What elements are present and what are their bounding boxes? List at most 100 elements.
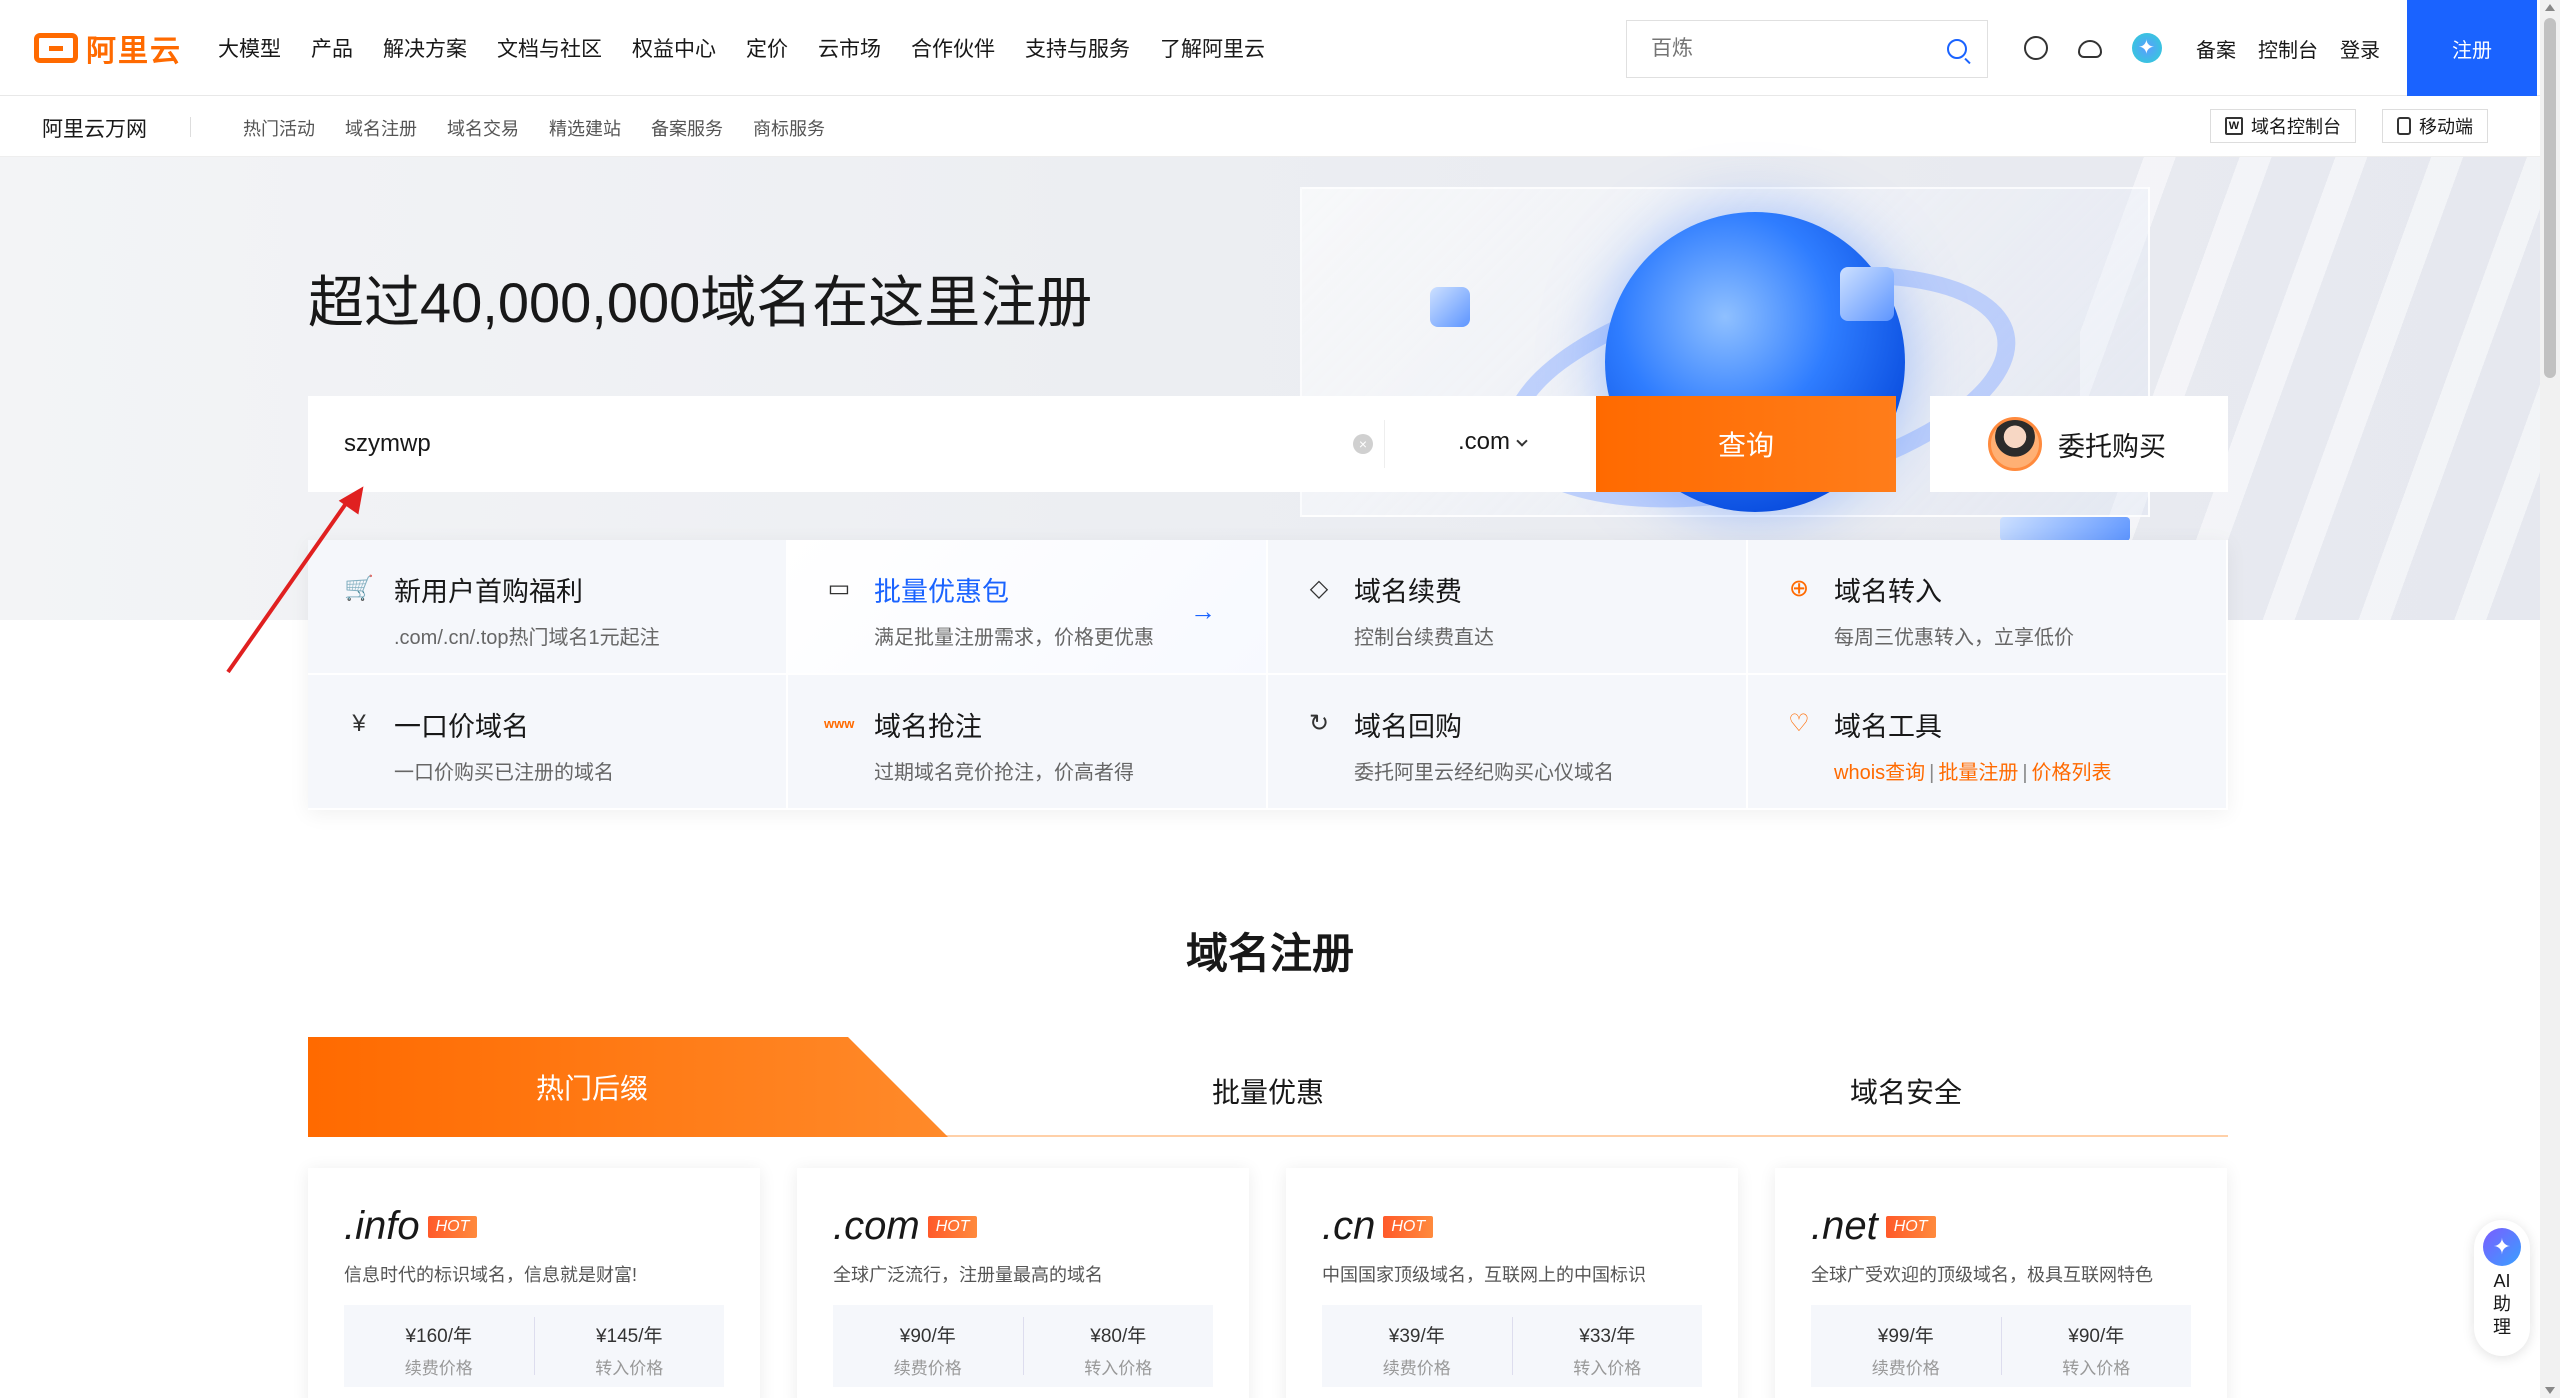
nav-item-partners[interactable]: 合作伙伴 — [911, 33, 995, 63]
ai-label-line: 助 — [2493, 1294, 2511, 1314]
feature-title: 域名工具 — [1834, 712, 1942, 742]
feature-new-user[interactable]: 🛒 新用户首购福利 .com/.cn/.top热门域名1元起注 — [308, 540, 788, 675]
nav-item-pricing[interactable]: 定价 — [746, 33, 788, 63]
feature-bulk-package[interactable]: ▭ 批量优惠包 满足批量注册需求，价格更优惠 → — [788, 540, 1268, 675]
feature-title: 新用户首购福利 — [394, 577, 583, 607]
nav-item-products[interactable]: 产品 — [311, 33, 353, 63]
feature-desc: 一口价购买已注册的域名 — [394, 762, 614, 784]
subnav-item-site[interactable]: 精选建站 — [549, 115, 621, 141]
transfer-price: ¥80/年 — [1090, 1326, 1147, 1347]
feature-fixed-price[interactable]: ¥ 一口价域名 一口价购买已注册的域名 — [308, 675, 788, 810]
subnav-item-beian[interactable]: 备案服务 — [651, 115, 723, 141]
card-desc: 信息时代的标识域名，信息就是财富! — [344, 1265, 637, 1285]
nav-item-llm[interactable]: 大模型 — [218, 33, 281, 63]
global-search-input[interactable] — [1627, 21, 1927, 77]
console-link[interactable]: 控制台 — [2258, 34, 2318, 63]
transfer-label: 转入价格 — [2062, 1359, 2131, 1378]
suffix-value: .com — [1458, 428, 1511, 455]
domain-card-com[interactable]: .com HOT 全球广泛流行，注册量最高的域名 ¥90/年 续费价格 ¥80/年转… — [797, 1168, 1249, 1398]
cube-decoration — [1840, 267, 1894, 321]
logo-icon — [34, 33, 78, 63]
pipe-divider: | — [2022, 762, 2028, 784]
transfer-icon: ⊕ — [1788, 575, 1810, 602]
feature-renew[interactable]: ◇ 域名续费 控制台续费直达 — [1268, 540, 1748, 675]
query-button[interactable]: 查询 — [1596, 396, 1896, 492]
page-scrollbar[interactable] — [2540, 0, 2560, 1398]
scroll-up-icon[interactable] — [2545, 4, 2555, 11]
subnav-item-register[interactable]: 域名注册 — [345, 115, 417, 141]
tool-icon: ♡ — [1788, 710, 1810, 737]
domain-console-button[interactable]: W 域名控制台 — [2210, 109, 2356, 143]
feature-buyback[interactable]: ↻ 域名回购 委托阿里云经纪购买心仪域名 — [1268, 675, 1748, 810]
hot-badge: HOT — [927, 1216, 978, 1238]
subnav-item-events[interactable]: 热门活动 — [243, 115, 315, 141]
transfer-price-col: ¥145/年 转入价格 — [533, 1317, 725, 1378]
arrow-right-icon: → — [1190, 596, 1216, 626]
whois-link[interactable]: whois查询 — [1834, 762, 1925, 784]
price-list-link[interactable]: 价格列表 — [2032, 762, 2112, 784]
suffix-select[interactable]: .com — [1458, 428, 1528, 456]
bulk-register-link[interactable]: 批量注册 — [1938, 762, 2018, 784]
ai-assistant-button[interactable]: ✦ AI 助 理 — [2474, 1220, 2530, 1356]
tab-hot-suffix[interactable]: 热门后缀 — [308, 1037, 948, 1137]
avatar — [1988, 417, 2042, 471]
transfer-label: 转入价格 — [1573, 1359, 1642, 1378]
feature-title: 域名回购 — [1354, 712, 1462, 742]
subnav-divider — [190, 117, 191, 137]
domain-console-label: 域名控制台 — [2251, 117, 2341, 137]
price-box: ¥90/年 续费价格 ¥80/年 转入价格 — [833, 1305, 1213, 1387]
transfer-price-col: ¥33/年转入价格 — [1511, 1317, 1703, 1378]
hot-badge: HOT — [1383, 1216, 1434, 1238]
subnav-items: 热门活动 域名注册 域名交易 精选建站 备案服务 商标服务 — [243, 115, 855, 141]
search-icon[interactable] — [1947, 39, 1967, 59]
renew-price: ¥160/年 — [405, 1326, 473, 1347]
nav-item-docs[interactable]: 文档与社区 — [497, 33, 602, 63]
clear-icon[interactable]: × — [1353, 434, 1373, 454]
ai-star-icon[interactable] — [2132, 33, 2162, 63]
subnav-item-trade[interactable]: 域名交易 — [447, 115, 519, 141]
phone-icon — [2397, 117, 2411, 135]
card-suffix: .com — [833, 1204, 920, 1248]
register-button[interactable]: 注册 — [2407, 0, 2537, 96]
domain-search-input[interactable] — [308, 396, 1378, 492]
card-suffix: .cn — [1322, 1204, 1376, 1248]
mobile-button[interactable]: 移动端 — [2382, 109, 2488, 143]
feature-backorder[interactable]: www 域名抢注 过期域名竞价抢注，价高者得 — [788, 675, 1268, 810]
tab-domain-security[interactable]: 域名安全 — [1850, 1071, 1962, 1111]
nav-item-market[interactable]: 云市场 — [818, 33, 881, 63]
nav-item-support[interactable]: 支持与服务 — [1025, 33, 1130, 63]
chevron-down-icon — [1516, 435, 1528, 447]
section-title: 域名注册 — [1185, 930, 1354, 977]
domain-card-net[interactable]: .net HOT 全球广受欢迎的顶级域名，极具互联网特色 ¥99/年 续费价格 ¥9… — [1775, 1168, 2227, 1398]
scroll-down-icon[interactable] — [2545, 1387, 2555, 1394]
cart-icon: 🛒 — [344, 575, 374, 602]
renew-price: ¥90/年 — [899, 1326, 956, 1347]
feature-tools[interactable]: ♡ 域名工具 whois查询 | 批量注册 | 价格列表 — [1748, 675, 2228, 810]
nav-item-benefits[interactable]: 权益中心 — [632, 33, 716, 63]
cloud-icon[interactable] — [2078, 40, 2102, 58]
feature-transfer[interactable]: ⊕ 域名转入 每周三优惠转入，立享低价 — [1748, 540, 2228, 675]
renew-label: 续费价格 — [404, 1359, 473, 1378]
card-desc: 全球广泛流行，注册量最高的域名 — [833, 1265, 1103, 1285]
delegate-purchase-button[interactable]: 委托购买 — [1930, 396, 2228, 492]
hot-badge: HOT — [427, 1216, 478, 1238]
transfer-price: ¥33/年 — [1579, 1326, 1636, 1347]
aliyun-logo[interactable]: 阿里云 — [34, 28, 182, 68]
domain-card-cn[interactable]: .cn HOT 中国国家顶级域名，互联网上的中国标识 ¥39/年 续费价格 ¥33/… — [1286, 1168, 1738, 1398]
beian-link[interactable]: 备案 — [2196, 34, 2236, 63]
renew-price-col: ¥99/年 续费价格 — [1811, 1305, 2001, 1387]
subnav-title[interactable]: 阿里云万网 — [42, 113, 147, 143]
nav-item-about[interactable]: 了解阿里云 — [1160, 33, 1265, 63]
subnav-item-trademark[interactable]: 商标服务 — [753, 115, 825, 141]
ai-sparkle-icon: ✦ — [2483, 1228, 2521, 1266]
login-link[interactable]: 登录 — [2340, 34, 2380, 63]
feature-title: 域名转入 — [1834, 577, 1942, 607]
delegate-purchase-label: 委托购买 — [2058, 431, 2166, 462]
tab-bulk-discount[interactable]: 批量优惠 — [1212, 1071, 1324, 1111]
domain-search-bar: × .com 查询 — [308, 396, 1896, 492]
package-icon: ▭ — [827, 575, 851, 602]
scrollbar-thumb[interactable] — [2544, 18, 2556, 378]
nav-item-solutions[interactable]: 解决方案 — [383, 33, 467, 63]
compass-icon[interactable] — [2024, 36, 2048, 60]
domain-card-info[interactable]: .info HOT 信息时代的标识域名，信息就是财富! ¥160/年 续费价格 ¥1… — [308, 1168, 760, 1398]
